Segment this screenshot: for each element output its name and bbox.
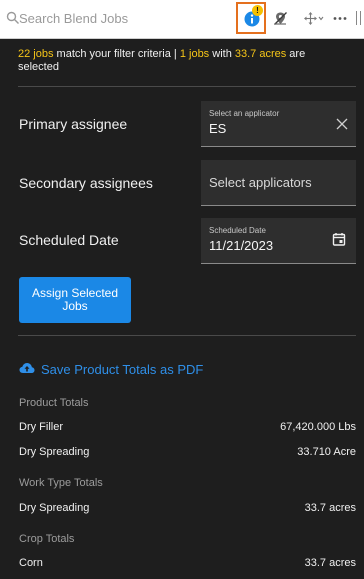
product-value: 33.710 Acre bbox=[297, 446, 356, 458]
summary-text: with bbox=[209, 48, 235, 60]
toolbar-divider bbox=[360, 11, 361, 25]
divider bbox=[18, 86, 356, 87]
toolbar-divider bbox=[356, 11, 357, 25]
top-toolbar: Search Blend Jobs ! bbox=[0, 0, 364, 39]
field-label: Select an applicator bbox=[209, 109, 280, 118]
summary-text: match your filter criteria | bbox=[53, 48, 180, 60]
divider bbox=[18, 335, 356, 336]
scheduled-date-input[interactable]: Scheduled Date 11/21/2023 bbox=[201, 218, 356, 264]
field-label: Scheduled Date bbox=[209, 226, 266, 235]
save-pdf-link-text[interactable]: Save Product Totals as PDF bbox=[41, 362, 203, 377]
field-value: ES bbox=[209, 121, 227, 136]
product-name: Dry Spreading bbox=[19, 446, 90, 458]
move-icon[interactable] bbox=[303, 11, 325, 26]
secondary-assignees-label: Secondary assignees bbox=[19, 175, 153, 191]
map-pin-off-icon[interactable] bbox=[273, 11, 288, 26]
scheduled-date-label: Scheduled Date bbox=[19, 232, 119, 248]
notification-badge: ! bbox=[252, 5, 263, 16]
field-value: 11/21/2023 bbox=[209, 238, 274, 253]
selected-count: 1 jobs bbox=[179, 48, 210, 60]
product-value: 67,420.000 Lbs bbox=[280, 421, 356, 433]
crop-name: Corn bbox=[19, 557, 43, 569]
cloud-upload-icon bbox=[19, 363, 35, 373]
work-type-totals-header: Work Type Totals bbox=[19, 477, 103, 489]
selection-summary: 22 jobs match your filter criteria | 1 j… bbox=[18, 48, 348, 74]
search-input[interactable]: Search Blend Jobs bbox=[19, 11, 128, 26]
work-type-value: 33.7 acres bbox=[304, 502, 356, 514]
more-icon[interactable] bbox=[332, 11, 348, 26]
close-icon[interactable] bbox=[336, 118, 348, 130]
primary-assignee-select[interactable]: Select an applicator ES bbox=[201, 101, 356, 147]
selected-acres: 33.7 acres bbox=[234, 48, 287, 60]
work-type-name: Dry Spreading bbox=[19, 502, 90, 514]
search-icon bbox=[6, 11, 19, 24]
product-name: Dry Filler bbox=[19, 421, 63, 433]
product-totals-header: Product Totals bbox=[19, 397, 89, 409]
match-count: 22 jobs bbox=[18, 48, 54, 60]
primary-assignee-label: Primary assignee bbox=[19, 116, 128, 132]
field-placeholder: Select applicators bbox=[209, 175, 312, 190]
assign-selected-jobs-button[interactable]: Assign Selected Jobs bbox=[19, 277, 131, 323]
secondary-assignees-select[interactable]: Select applicators bbox=[201, 160, 356, 206]
info-button[interactable]: ! bbox=[236, 2, 266, 34]
crop-value: 33.7 acres bbox=[304, 557, 356, 569]
calendar-icon[interactable] bbox=[332, 232, 346, 246]
crop-totals-header: Crop Totals bbox=[19, 533, 75, 545]
